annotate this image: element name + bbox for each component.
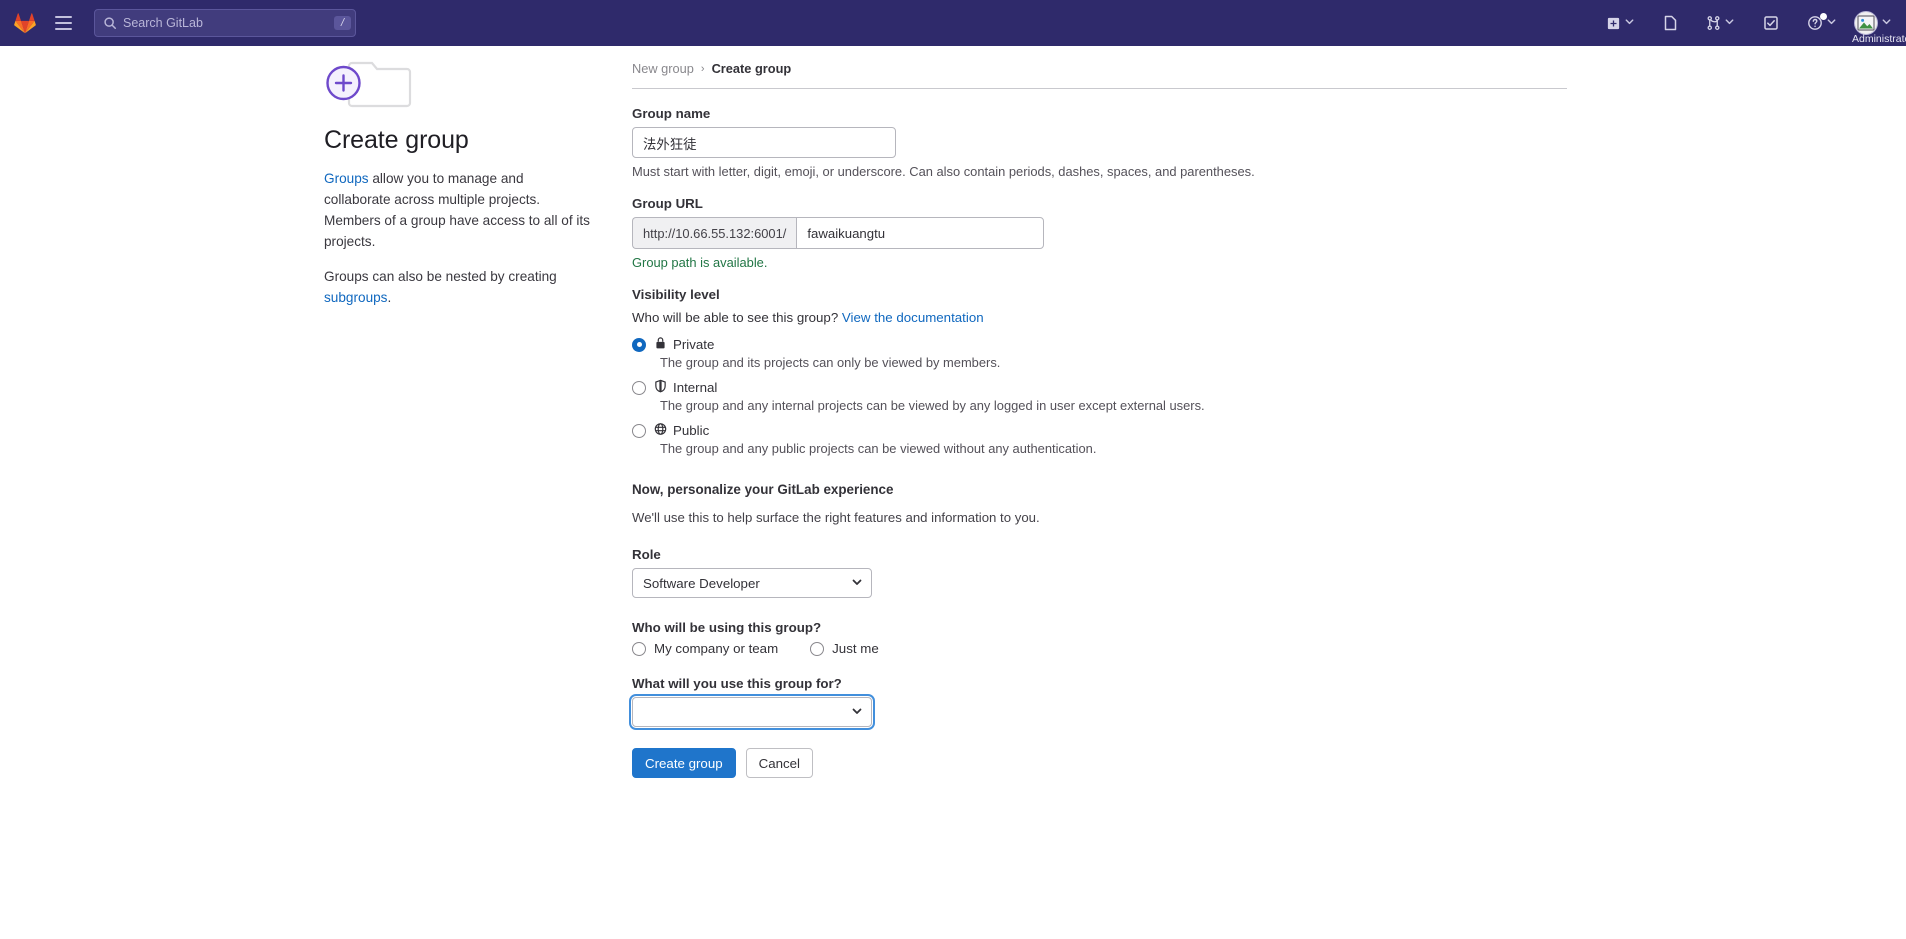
issues-page-icon[interactable] (1658, 11, 1683, 35)
who-using-company-label: My company or team (654, 641, 779, 656)
top-navigation-bar: Search GitLab / Administrato (0, 0, 1906, 46)
group-url-prefix: http://10.66.55.132:6001/ (632, 217, 797, 249)
group-name-input[interactable] (632, 127, 896, 158)
visibility-question-text: Who will be able to see this group? (632, 310, 839, 325)
merge-request-icon[interactable] (1701, 10, 1740, 36)
page-title: Create group (324, 126, 469, 154)
chevron-down-icon (851, 576, 863, 591)
intro-paragraph-1: Groups allow you to manage and collabora… (324, 168, 591, 252)
notification-dot (1820, 13, 1827, 20)
chevron-down-icon (1881, 14, 1892, 32)
use-for-label: What will you use this group for? (632, 676, 842, 691)
radio-internal[interactable] (632, 380, 646, 395)
personalize-heading: Now, personalize your GitLab experience (632, 482, 894, 497)
globe-icon (654, 422, 667, 439)
chevron-down-icon (851, 705, 863, 720)
create-group-form: New group › Create group Group name Must… (629, 56, 1592, 778)
search-icon (103, 16, 117, 30)
help-question-icon[interactable] (1802, 10, 1842, 36)
cancel-button[interactable]: Cancel (745, 748, 814, 778)
who-using-just-me-label: Just me (832, 641, 879, 656)
visibility-internal-label: Internal (673, 380, 718, 395)
visibility-options: Private The group and its projects can o… (632, 336, 1592, 456)
visibility-option-internal[interactable]: Internal (632, 379, 1592, 396)
create-new-button[interactable] (1601, 10, 1640, 36)
role-label: Role (632, 547, 661, 562)
radio-my-company-or-team[interactable] (632, 641, 646, 656)
who-using-options: My company or team Just me (632, 641, 1592, 656)
gitlab-fox-logo[interactable] (8, 6, 42, 40)
create-group-button[interactable]: Create group (632, 748, 736, 778)
visibility-internal-label-group: Internal (654, 379, 717, 396)
group-name-hint: Must start with letter, digit, emoji, or… (632, 164, 1255, 179)
breadcrumb-parent[interactable]: New group (632, 61, 694, 76)
visibility-internal-description: The group and any internal projects can … (660, 398, 1205, 413)
todo-checkbox-icon[interactable] (1758, 11, 1784, 35)
chevron-down-icon (1724, 14, 1735, 32)
group-url-input[interactable] (796, 217, 1044, 249)
group-url-label: Group URL (632, 196, 703, 211)
personalize-subtext: We'll use this to help surface the right… (632, 510, 1040, 525)
group-path-availability: Group path is available. (632, 255, 768, 270)
header-divider (632, 88, 1567, 89)
user-name-label: Administrato (1852, 33, 1906, 45)
who-using-option-company[interactable]: My company or team (632, 641, 778, 656)
new-group-folder-plus-icon (324, 56, 428, 112)
avatar (1854, 11, 1878, 35)
who-using-label: Who will be using this group? (632, 620, 822, 635)
visibility-option-private[interactable]: Private (632, 336, 1592, 353)
user-menu-button[interactable]: Administrato (1852, 11, 1906, 45)
visibility-public-description: The group and any public projects can be… (660, 441, 1097, 456)
role-select-value: Software Developer (643, 575, 760, 591)
intro-panel: Create group Groups allow you to manage … (324, 56, 611, 778)
radio-just-me[interactable] (810, 641, 825, 656)
visibility-question: Who will be able to see this group? View… (632, 310, 1592, 325)
chevron-down-icon (1826, 14, 1837, 32)
visibility-public-label: Public (673, 423, 710, 438)
group-name-label: Group name (632, 106, 711, 121)
visibility-public-label-group: Public (654, 422, 709, 439)
breadcrumb-separator: › (700, 62, 705, 75)
lock-icon (654, 336, 667, 353)
visibility-option-public[interactable]: Public (632, 422, 1592, 439)
form-actions: Create group Cancel (632, 748, 1592, 778)
intro-paragraph-2-pre: Groups can also be nested by creating (324, 269, 557, 285)
visibility-doc-link[interactable]: View the documentation (842, 310, 984, 325)
visibility-private-description: The group and its projects can only be v… (660, 355, 1001, 370)
breadcrumb: New group › Create group (632, 61, 1592, 76)
visibility-private-label: Private (673, 337, 715, 352)
intro-paragraph-2-post: . (387, 290, 392, 306)
visibility-private-label-group: Private (654, 336, 714, 353)
intro-paragraph-2: Groups can also be nested by creating su… (324, 266, 591, 308)
who-using-option-just-me[interactable]: Just me (810, 641, 879, 656)
search-input[interactable]: Search GitLab / (94, 9, 356, 37)
groups-link[interactable]: Groups (324, 171, 369, 186)
topbar-actions: Administrato (1601, 10, 1906, 45)
hamburger-menu-icon[interactable] (48, 8, 78, 38)
radio-private[interactable] (632, 337, 646, 352)
chevron-down-icon (1624, 14, 1635, 32)
search-placeholder: Search GitLab (123, 16, 203, 30)
use-for-select[interactable] (629, 694, 875, 730)
search-shortcut-badge: / (333, 16, 351, 30)
visibility-label: Visibility level (632, 287, 720, 302)
shield-icon (654, 379, 667, 396)
group-url-group: http://10.66.55.132:6001/ (632, 217, 1044, 249)
role-select[interactable]: Software Developer (632, 568, 872, 598)
page-body: Create group Groups allow you to manage … (0, 46, 1906, 778)
subgroups-link[interactable]: subgroups (324, 290, 387, 305)
breadcrumb-current: Create group (711, 61, 792, 76)
radio-public[interactable] (632, 423, 646, 438)
